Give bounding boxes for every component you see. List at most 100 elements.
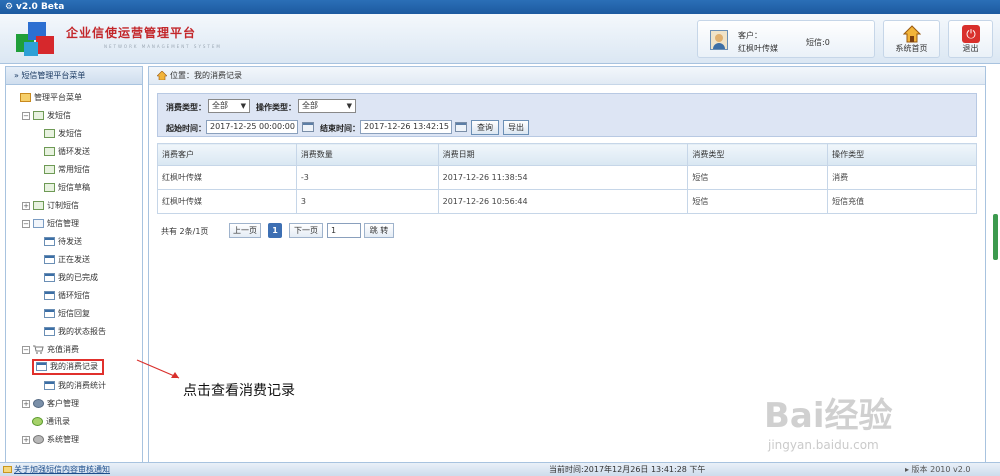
system-home-label: 系统首页 [895,44,928,53]
sidebar-item-loop-sms[interactable]: 循环短信 [44,287,90,305]
tree-custom-sms[interactable]: + 订制短信 [22,197,79,215]
column-header: 消费数量 [295,143,439,166]
tree-customer-mgmt[interactable]: + 客户管理 [22,395,79,413]
list-icon [44,291,55,300]
table-cell: 短信充值 [827,189,977,214]
table-cell: 红枫叶传媒 [157,165,297,190]
list-icon [44,237,55,246]
calendar-icon[interactable] [302,122,314,132]
mail-icon [44,165,55,174]
expand-icon: + [22,435,30,444]
column-header: 消费日期 [437,143,689,166]
sidebar-item-completed[interactable]: 我的已完成 [44,269,98,287]
customer-label: 客户： [738,31,762,40]
exit-button[interactable]: ⏻ 退出 [948,20,993,58]
next-page-button[interactable]: 下一页 [289,223,323,238]
column-header: 消费客户 [157,143,297,166]
mail-icon [44,183,55,192]
sidebar-item-drafts[interactable]: 短信草稿 [44,179,90,197]
page-number-input[interactable]: 1 [327,223,361,238]
collapse-icon: − [22,345,30,354]
dropdown-arrow-icon: ▼ [346,102,352,110]
pager-summary: 共有 2条/1页 [161,227,209,236]
sidebar-item-status-report[interactable]: 我的状态报告 [44,323,106,341]
dropdown-arrow-icon: ▼ [240,102,246,110]
watermark-logo: Bai经验 [764,396,893,436]
annotation-text: 点击查看消费记录 [183,383,295,399]
prev-page-button[interactable]: 上一页 [229,223,261,238]
home-icon [903,25,921,43]
end-time-input[interactable]: 2017-12-26 13:42:15 [360,120,452,134]
export-button[interactable]: 导出 [503,120,529,135]
jump-button[interactable]: 跳 转 [364,223,394,238]
gear-icon [33,435,44,444]
sidebar-item-my-stats[interactable]: 我的消费统计 [44,377,106,395]
table-cell: -3 [295,165,439,190]
sidebar-item-common-sms[interactable]: 常用短信 [44,161,90,179]
logo-icon [16,22,54,56]
users-icon [33,399,44,408]
list-icon [44,273,55,282]
notice-link[interactable]: 关于加强短信内容审核通知 [14,463,110,476]
app-header: 企业信使运营管理平台 NETWORK MANAGEMENT SYSTEM 客户：… [0,14,1000,64]
start-time-label: 起始时间： [166,124,206,133]
table-cell: 3 [295,189,439,214]
column-header: 操作类型 [827,143,977,166]
op-type-select[interactable]: 全部 ▼ [298,99,356,113]
column-header: 消费类型 [687,143,829,166]
scrollbar-thumb[interactable] [993,214,998,260]
exit-label: 退出 [962,44,979,53]
current-page[interactable]: 1 [268,223,282,238]
gear-icon: ⚙ [4,2,14,12]
table-cell: 短信 [687,189,829,214]
table-row: 红枫叶传媒 3 2017-12-26 10:56:44 短信 短信充值 [157,189,977,214]
sidebar-item-sending[interactable]: 正在发送 [44,251,90,269]
cart-icon [33,345,44,354]
tree-root[interactable]: 管理平台菜单 [20,89,82,107]
user-info-box: 客户： 红枫叶传媒 短信:0 [697,20,875,58]
version-label: ▸ 版本 2010 v2.0 [905,465,971,474]
table-cell: 2017-12-26 11:38:54 [437,165,689,190]
expand-icon: + [22,399,30,408]
tree-sms-manage[interactable]: − 短信管理 [22,215,79,233]
list-icon [44,255,55,264]
window-title: v2.0 Beta [16,2,65,12]
sidebar-item-reply[interactable]: 短信回复 [44,305,90,323]
home-icon [20,93,31,102]
op-type-label: 操作类型： [256,103,296,112]
mail-icon [44,129,55,138]
records-table: 消费客户 消费数量 消费日期 消费类型 操作类型 红枫叶传媒 -3 2017-1… [157,143,977,214]
end-time-label: 结束时间： [320,124,360,133]
collapse-icon: − [22,219,30,228]
start-time-input[interactable]: 2017-12-25 00:00:00 [206,120,298,134]
filter-panel: 消费类型： 全部 ▼ 操作类型： 全部 ▼ 起始时间： 2017-12-25 00:… [157,93,977,137]
list-icon [44,309,55,318]
breadcrumb: 位置：我的消费记录 [149,67,985,85]
tree-system-mgmt[interactable]: + 系统管理 [22,431,79,449]
table-row: 红枫叶传媒 -3 2017-12-26 11:38:54 短信 消费 [157,165,977,190]
sms-balance: 短信:0 [806,38,830,47]
contact-icon [32,417,43,426]
status-bar: 关于加强短信内容审核通知 当前时间:2017年12月26日 13:41:28 下… [0,462,1000,476]
sidebar-item-send-sms[interactable]: 发短信 [44,125,82,143]
tree-send-sms[interactable]: − 发短信 [22,107,71,125]
tree-recharge[interactable]: − 充值消费 [22,341,79,359]
annotation-arrow-icon [136,359,180,379]
power-icon: ⏻ [962,25,980,43]
breadcrumb-text: 位置：我的消费记录 [170,71,242,80]
calendar-icon[interactable] [455,122,467,132]
sidebar-item-loop-send[interactable]: 循环发送 [44,143,90,161]
consume-type-select[interactable]: 全部 ▼ [208,99,250,113]
sidebar-item-my-records[interactable]: 我的消费记录 [32,359,104,375]
expand-icon: + [22,201,30,210]
sidebar: » 短信管理平台菜单 管理平台菜单 − 发短信 发短信 循环发送 常用短信 短信草… [5,66,143,464]
mail-icon [33,201,44,210]
customer-name: 红枫叶传媒 [738,44,778,53]
collapse-icon: − [22,111,30,120]
query-button[interactable]: 查询 [471,120,499,135]
sidebar-item-contacts[interactable]: 通讯录 [32,413,70,431]
system-home-button[interactable]: 系统首页 [883,20,940,58]
sidebar-item-pending[interactable]: 待发送 [44,233,82,251]
folder-icon [33,219,44,228]
table-cell: 红枫叶传媒 [157,189,297,214]
